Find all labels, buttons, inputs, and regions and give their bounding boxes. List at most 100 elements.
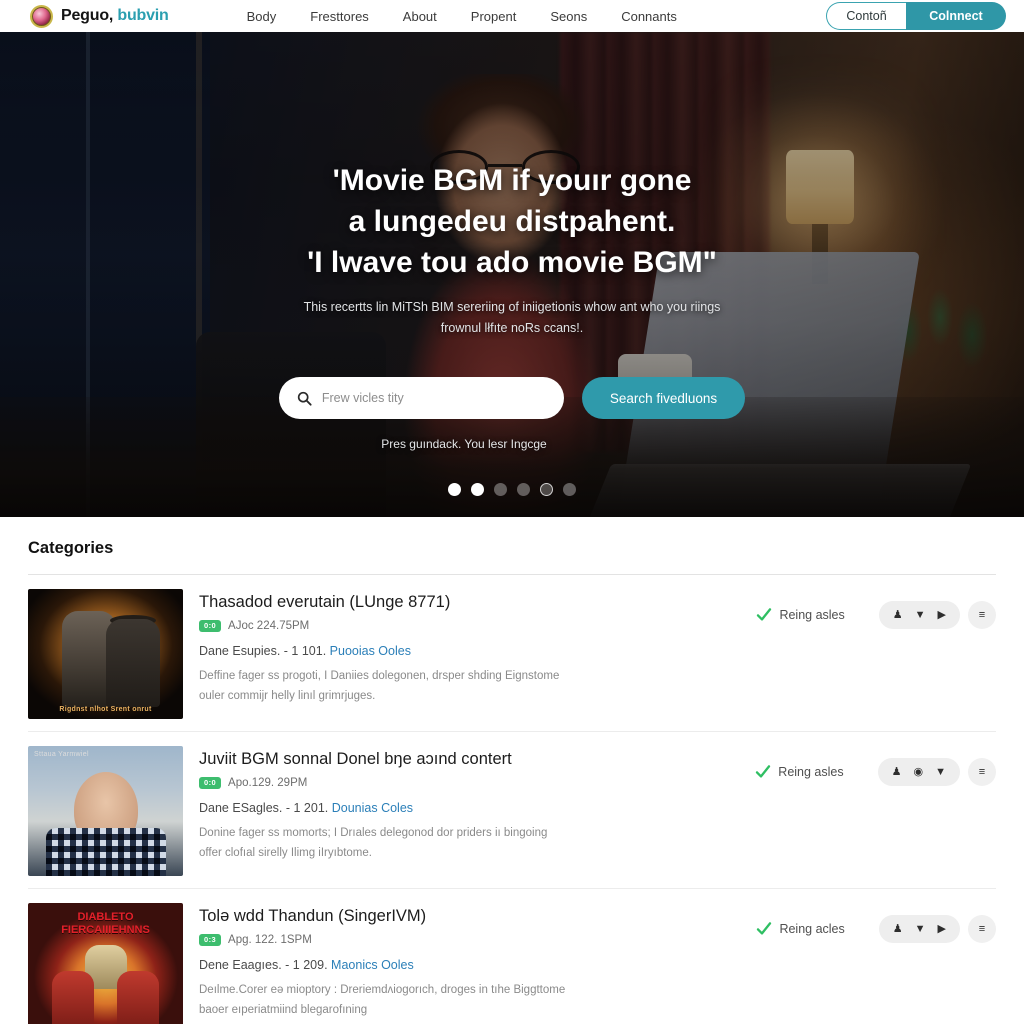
hero-subtitle-line-2: frownul lłfıte noRs ccans!. [440, 321, 584, 335]
carousel-dot-2[interactable] [471, 483, 484, 496]
page-title: Categories [28, 539, 114, 557]
nav-link-fresttores[interactable]: Fresttores [310, 9, 369, 24]
hero-search-bar: Search fivedluons [278, 377, 746, 419]
person-icon[interactable]: ♟ [892, 766, 902, 778]
row-title[interactable]: Juviit BGM sonnal Donel bŋe aɔınd conter… [199, 748, 739, 770]
verified-label: Reing asles [778, 765, 844, 779]
carousel-dot-5[interactable] [540, 483, 553, 496]
row-thumbnail[interactable]: DIABLETO FIERCAIIIEHNNS [28, 903, 183, 1024]
brand-text: Peguo, bubvin [61, 7, 169, 25]
duration-badge: 0:3 [199, 934, 222, 946]
row-timestamp: AJoc 224.75PM [228, 620, 310, 632]
hero-title-line-1: 'Movie BGM if youır gone [332, 164, 692, 197]
search-box[interactable] [278, 377, 564, 419]
search-input[interactable] [321, 391, 546, 405]
equals-menu-icon[interactable]: ≡ [968, 915, 996, 943]
carousel-dot-3[interactable] [494, 483, 507, 496]
row-timestamp: Apo.129. 29PM [228, 777, 308, 789]
contact-button[interactable]: Contoñ [826, 2, 906, 30]
row-meta: 0:0 Apo.129. 29PM [199, 777, 739, 789]
thumbnail-title: DIABLETO FIERCAIIIEHNNS [28, 911, 183, 937]
play-icon[interactable]: ▶ [938, 923, 946, 935]
row-title[interactable]: Thasadod everutain (LUnge 8771) [199, 591, 740, 613]
table-row[interactable]: Sttaua Yarmwiel Juviit BGM sonnal Donel … [28, 732, 996, 889]
nav-actions: Contoñ Colnnect [826, 2, 1006, 30]
row-description-line-1: Donine fager ss momorts; I Drıales deleg… [199, 827, 548, 839]
search-icon [297, 391, 312, 406]
table-row[interactable]: DIABLETO FIERCAIIIEHNNS Tolə wdd Thandun… [28, 889, 996, 1024]
nav-links: Body Fresttores About Propent Seons Conn… [247, 9, 677, 24]
hero-banner: 'Movie BGM if youır gone a lungedeu dist… [0, 32, 1024, 517]
row-description-line-1: Deılme.Corer eə mioptory : Dreriemdʌiogo… [199, 984, 566, 996]
row-subtext-link[interactable]: Dounias Coles [332, 801, 413, 815]
row-subtext-plain: Dene Eaagıes. - 1 209. [199, 958, 328, 972]
carousel-dots [448, 483, 576, 496]
equals-menu-icon[interactable]: ≡ [968, 601, 996, 629]
search-button[interactable]: Search fivedluons [581, 377, 746, 419]
nav-link-seons[interactable]: Seons [550, 9, 587, 24]
row-description: Donine fager ss momorts; I Drıales deleg… [199, 823, 739, 863]
duration-badge: 0:0 [199, 777, 222, 789]
hero-title: 'Movie BGM if youır gone a lungedeu dist… [307, 160, 717, 283]
chevron-down-icon[interactable]: ▼ [915, 609, 926, 621]
action-pill[interactable]: ♟ ◉ ▼ [877, 758, 960, 786]
action-button-group: ♟ ▼ ▶ ≡ [878, 915, 996, 943]
row-actions: Reing acles ♟ ▼ ▶ ≡ [756, 903, 996, 943]
nav-link-propent[interactable]: Propent [471, 9, 517, 24]
person-icon[interactable]: ♟ [893, 923, 903, 935]
brand-logo[interactable]: Peguo, bubvin [30, 4, 169, 28]
nav-link-connants[interactable]: Connants [621, 9, 677, 24]
row-subtext-link[interactable]: Maonics Ooles [331, 958, 414, 972]
row-description-line-2: baoer eıperiatmiind blegarofıning [199, 1004, 368, 1016]
hero-content: 'Movie BGM if youır gone a lungedeu dist… [0, 32, 1024, 517]
row-meta: 0:0 AJoc 224.75PM [199, 620, 740, 632]
chevron-down-icon[interactable]: ▼ [915, 923, 926, 935]
hero-title-line-3: 'I lwave tou ado movie BGM" [307, 246, 717, 279]
categories-section: Categories Rigdnst nlhot Srent onrut Tha… [0, 517, 1024, 1024]
carousel-dot-6[interactable] [563, 483, 576, 496]
action-button-group: ♟ ◉ ▼ ≡ [877, 758, 996, 786]
thumbnail-title-line-1: DIABLETO [77, 911, 134, 923]
row-actions: Reing asles ♟ ▼ ▶ ≡ [756, 589, 996, 629]
action-pill[interactable]: ♟ ▼ ▶ [878, 601, 960, 629]
table-row[interactable]: Rigdnst nlhot Srent onrut Thasadod everu… [28, 575, 996, 732]
thumbnail-caption: Sttaua Yarmwiel [34, 751, 89, 758]
row-subtext: Dane ESagles. - 1 201. Dounias Coles [199, 801, 739, 815]
carousel-dot-1[interactable] [448, 483, 461, 496]
nav-link-body[interactable]: Body [247, 9, 277, 24]
circle-icon[interactable]: ◉ [914, 766, 924, 778]
hero-title-line-2: a lungedeu distpahent. [348, 205, 676, 238]
thumbnail-caption: Rigdnst nlhot Srent onrut [59, 706, 152, 713]
row-content: Tolə wdd Thandun (SingerIVM) 0:3 Apg. 12… [199, 903, 740, 1020]
row-description-line-1: Deffine fager ss progoti, I Daniies dole… [199, 670, 560, 682]
row-subtext-link[interactable]: Puooias Ooles [330, 644, 411, 658]
page-root: Peguo, bubvin Body Fresttores About Prop… [0, 0, 1024, 1024]
status-badge: Reing asles [755, 764, 844, 780]
row-thumbnail[interactable]: Sttaua Yarmwiel [28, 746, 183, 876]
hero-subtitle: This recertts lin MiTSh BIM sereriing of… [304, 297, 721, 339]
equals-menu-icon[interactable]: ≡ [968, 758, 996, 786]
row-subtext: Dene Eaagıes. - 1 209. Maonics Ooles [199, 958, 740, 972]
connect-button[interactable]: Colnnect [906, 2, 1006, 30]
row-actions: Reing asles ♟ ◉ ▼ ≡ [755, 746, 996, 786]
row-thumbnail[interactable]: Rigdnst nlhot Srent onrut [28, 589, 183, 719]
carousel-dot-4[interactable] [517, 483, 530, 496]
brand-primary: Peguo, [61, 7, 114, 24]
action-pill[interactable]: ♟ ▼ ▶ [878, 915, 960, 943]
row-subtext-plain: Dane ESagles. - 1 201. [199, 801, 329, 815]
row-timestamp: Apg. 122. 1SPM [228, 934, 312, 946]
chevron-down-icon[interactable]: ▼ [935, 766, 946, 778]
green-check-icon [757, 608, 772, 621]
status-badge: Reing acles [756, 921, 845, 937]
play-icon[interactable]: ▶ [938, 609, 946, 621]
green-check-icon [756, 765, 771, 778]
row-meta: 0:3 Apg. 122. 1SPM [199, 934, 740, 946]
verified-label: Reing asles [779, 608, 845, 622]
row-title[interactable]: Tolə wdd Thandun (SingerIVM) [199, 905, 740, 927]
person-icon[interactable]: ♟ [893, 609, 903, 621]
row-content: Thasadod everutain (LUnge 8771) 0:0 AJoc… [199, 589, 740, 706]
nav-link-about[interactable]: About [403, 9, 437, 24]
hero-subtitle-line-1: This recertts lin MiTSh BIM sereriing of… [303, 300, 721, 314]
row-content: Juviit BGM sonnal Donel bŋe aɔınd conter… [199, 746, 739, 863]
brand-secondary: bubvin [117, 7, 169, 24]
